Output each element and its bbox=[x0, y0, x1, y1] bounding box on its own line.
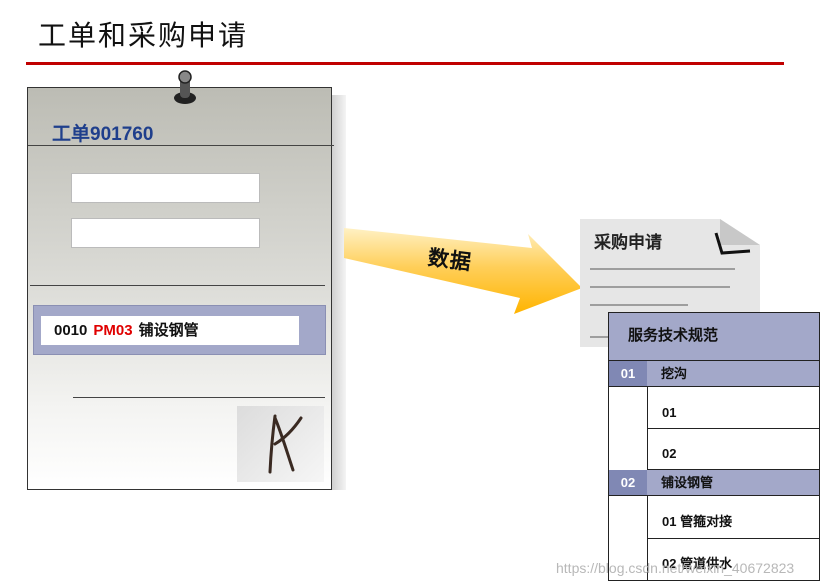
work-order-section-line bbox=[30, 285, 325, 286]
spec-item: 01 bbox=[647, 387, 819, 429]
purchase-request-title: 采购申请 bbox=[594, 233, 662, 252]
work-order-operation: 0010 PM03 铺设钢管 bbox=[41, 316, 299, 345]
operation-number: 0010 bbox=[54, 322, 88, 339]
title-divider bbox=[26, 62, 784, 65]
spec-group-1-number: 01 bbox=[609, 361, 647, 386]
work-order-title: 工单901760 bbox=[52, 124, 154, 145]
spec-group-2-label: 铺设钢管 bbox=[661, 475, 714, 490]
signature-box bbox=[237, 406, 324, 482]
spec-group-2-number: 02 bbox=[609, 470, 647, 495]
arrow-label: 数据 bbox=[426, 246, 474, 275]
signature-line bbox=[73, 397, 325, 398]
page-title: 工单和采购申请 bbox=[38, 19, 249, 52]
spec-item-label: 02 bbox=[662, 446, 677, 461]
signature-icon bbox=[268, 414, 303, 474]
spec-item-label: 01 管箍对接 bbox=[662, 514, 733, 529]
spec-group-1: 01 挖沟 bbox=[609, 361, 819, 387]
spec-item: 02 bbox=[647, 429, 819, 470]
work-order-card: 工单901760 0010 PM03 铺设钢管 bbox=[27, 87, 334, 490]
push-pin-icon bbox=[174, 70, 196, 104]
spec-item-label: 01 bbox=[662, 405, 677, 420]
operation-description: 铺设钢管 bbox=[138, 322, 199, 339]
spec-group-1-label: 挖沟 bbox=[661, 366, 688, 381]
service-spec-table: 服务技术规范 01 挖沟 01 02 02 铺设钢管 01 管箍对接 02 管道… bbox=[608, 312, 820, 581]
work-order-operation-band: 0010 PM03 铺设钢管 bbox=[33, 305, 326, 355]
work-order-field-1 bbox=[71, 173, 260, 203]
service-spec-title: 服务技术规范 bbox=[609, 313, 819, 361]
work-order-header-line bbox=[28, 145, 334, 146]
spec-group-2: 02 铺设钢管 bbox=[609, 470, 819, 496]
spec-item: 01 管箍对接 bbox=[647, 496, 819, 539]
operation-control-key: PM03 bbox=[93, 322, 133, 339]
watermark: https://blog.csdn.net/weixin_40672823 bbox=[556, 560, 795, 576]
work-order-field-2 bbox=[71, 218, 260, 248]
